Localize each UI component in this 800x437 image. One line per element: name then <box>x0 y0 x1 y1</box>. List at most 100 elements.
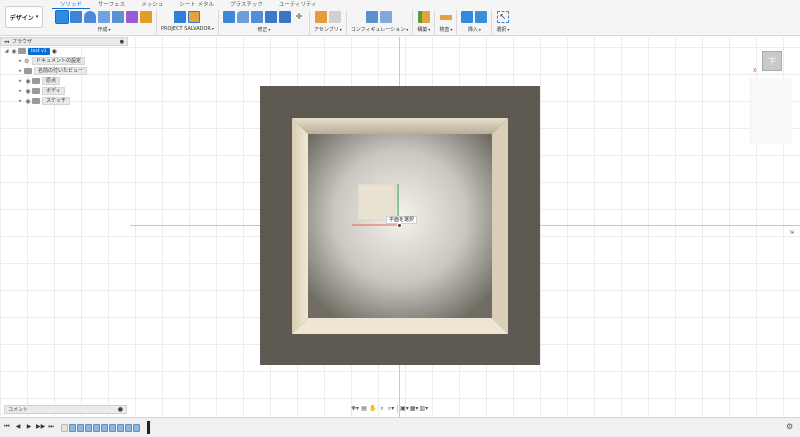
comments-panel[interactable]: コメント ● <box>4 405 127 414</box>
chevron-down-icon: ▾ <box>35 14 39 20</box>
timeline-feature[interactable] <box>117 424 124 432</box>
step-forward-icon[interactable]: ▶▶ <box>36 422 45 432</box>
measure-icon[interactable] <box>439 14 452 20</box>
project-spark-icon[interactable] <box>188 11 201 23</box>
timeline-marker[interactable] <box>147 421 150 434</box>
fusion-app: デザイン ▾ ソリッド サーフェス メッシュ シート メタル プラスチック ユー… <box>0 0 800 437</box>
revolve-icon[interactable] <box>84 11 96 23</box>
timeline-feature[interactable] <box>93 424 100 432</box>
collapse-icon[interactable]: ◂◂ <box>4 39 9 45</box>
configure-rule-icon[interactable] <box>380 11 393 23</box>
expand-arrow-icon[interactable]: ▸ <box>17 58 24 64</box>
timeline-feature[interactable] <box>77 424 84 432</box>
extrude-icon[interactable] <box>70 11 82 23</box>
configure-table-icon[interactable] <box>366 11 379 23</box>
tab-plastic[interactable]: プラスチック <box>222 0 271 9</box>
tab-solid[interactable]: ソリッド <box>52 0 91 9</box>
viewcube-face-bottom[interactable]: 下 <box>762 51 782 71</box>
timeline-sketch-feature[interactable] <box>61 424 68 432</box>
viewcube[interactable]: 下 X <box>750 50 792 144</box>
timeline-feature[interactable] <box>125 424 132 432</box>
fillet-icon[interactable] <box>236 11 249 23</box>
tab-mesh[interactable]: メッシュ <box>133 0 171 9</box>
create-sketch-icon[interactable] <box>55 10 69 24</box>
project-add-icon[interactable] <box>174 11 187 23</box>
tree-row-origin[interactable]: ▸ ◉ 原点 <box>0 76 128 86</box>
step-back-icon[interactable]: ◀ <box>14 422 22 432</box>
create-menu[interactable]: 作成▾ <box>97 26 110 33</box>
tab-utility[interactable]: ユーティリティ <box>271 0 325 9</box>
gear-icon[interactable]: ⚙ <box>786 422 793 431</box>
expand-arrow-icon[interactable]: ◢ <box>3 48 10 54</box>
look-at-icon[interactable]: ▤ <box>360 404 368 413</box>
viewports-icon[interactable]: ▥▾ <box>419 404 428 413</box>
box-icon[interactable] <box>140 11 152 23</box>
zoom-icon[interactable]: ⌕ <box>378 404 386 413</box>
press-pull-icon[interactable] <box>222 11 235 23</box>
tree-row-doc-settings[interactable]: ▸ ⚙ ドキュメントの設定 <box>0 56 128 66</box>
new-component-icon[interactable] <box>314 11 327 23</box>
go-to-end-icon[interactable]: ⏭ <box>47 422 55 432</box>
eye-icon[interactable]: ◉ <box>24 88 32 95</box>
pin-icon[interactable]: ● <box>120 39 124 45</box>
eye-icon[interactable]: ◉ <box>10 48 18 55</box>
expand-side-icon[interactable]: ⇲ <box>789 229 794 236</box>
timeline-feature[interactable] <box>101 424 108 432</box>
timeline-feature[interactable] <box>109 424 116 432</box>
tree-label: スケッチ <box>42 97 71 105</box>
modify-menu[interactable]: 修正▾ <box>257 26 270 33</box>
folder-icon <box>24 68 32 74</box>
tree-label: ドキュメントの設定 <box>32 57 86 65</box>
tab-surface[interactable]: サーフェス <box>90 0 133 9</box>
browser-header[interactable]: ◂◂ ブラウザ ● <box>0 37 128 46</box>
tree-row-document[interactable]: ◢ ◉ test v1 ◉ <box>0 46 128 56</box>
timeline-feature[interactable] <box>85 424 92 432</box>
selected-face[interactable] <box>357 183 396 221</box>
timeline-feature[interactable] <box>69 424 76 432</box>
play-icon[interactable]: ▶ <box>25 422 33 432</box>
shell-icon[interactable] <box>264 11 277 23</box>
tree-label: 名前の付いたビュー <box>34 67 88 75</box>
tree-row-sketches[interactable]: ▸ ◉ スケッチ <box>0 96 128 106</box>
combine-icon[interactable] <box>278 11 291 23</box>
insert-image-icon[interactable] <box>475 11 488 23</box>
select-cursor-icon[interactable]: ↖ <box>496 11 509 23</box>
tab-sheet-metal[interactable]: シート メタル <box>171 0 222 9</box>
display-settings-icon[interactable]: ▣▾ <box>400 404 409 413</box>
assemble-menu[interactable]: アセンブリ▾ <box>314 26 342 33</box>
offset-plane-icon[interactable] <box>417 11 430 23</box>
eye-icon[interactable]: ◉ <box>24 98 32 105</box>
project-menu[interactable]: PROJECT SALVADOR▾ <box>161 26 214 32</box>
configure-menu[interactable]: コンフィギュレーション▾ <box>351 26 409 33</box>
expand-arrow-icon[interactable]: ▸ <box>17 78 24 84</box>
construct-menu[interactable]: 構築▾ <box>417 26 430 33</box>
pan-icon[interactable]: ✋ <box>369 404 377 413</box>
expand-arrow-icon[interactable]: ▸ <box>17 98 24 104</box>
activate-radio-icon[interactable]: ◉ <box>52 48 57 55</box>
select-menu[interactable]: 選択▾ <box>496 26 509 33</box>
hole-icon[interactable] <box>98 11 110 23</box>
expand-arrow-icon[interactable]: ▸ <box>17 88 24 94</box>
expand-arrow-icon[interactable]: ▸ <box>17 68 24 74</box>
inspect-menu[interactable]: 検査▾ <box>439 26 452 33</box>
tree-row-named-views[interactable]: ▸ 名前の付いたビュー <box>0 66 128 76</box>
timeline-feature[interactable] <box>133 424 140 432</box>
workspace-switcher[interactable]: デザイン ▾ <box>5 6 43 28</box>
workspace-label: デザイン <box>9 14 34 22</box>
tree-row-bodies[interactable]: ▸ ◉ ボディ <box>0 86 128 96</box>
chamfer-icon[interactable] <box>250 11 263 23</box>
folder-icon <box>32 98 40 104</box>
insert-derive-icon[interactable] <box>461 11 474 23</box>
box-rim-bottom <box>292 318 508 334</box>
pattern-icon[interactable] <box>112 11 124 23</box>
joint-icon[interactable] <box>328 11 341 23</box>
insert-menu[interactable]: 挿入▾ <box>468 26 481 33</box>
move-icon[interactable]: ✛ <box>293 11 305 23</box>
pin-icon[interactable]: ● <box>118 406 123 413</box>
eye-icon[interactable]: ◉ <box>24 78 32 85</box>
form-icon[interactable] <box>126 11 138 23</box>
grid-settings-icon[interactable]: ▦▾ <box>410 404 419 413</box>
orbit-icon[interactable]: ✥▾ <box>351 404 359 413</box>
zoom-window-icon[interactable]: ⌕▾ <box>387 404 395 413</box>
go-to-start-icon[interactable]: ⏮ <box>3 422 11 432</box>
